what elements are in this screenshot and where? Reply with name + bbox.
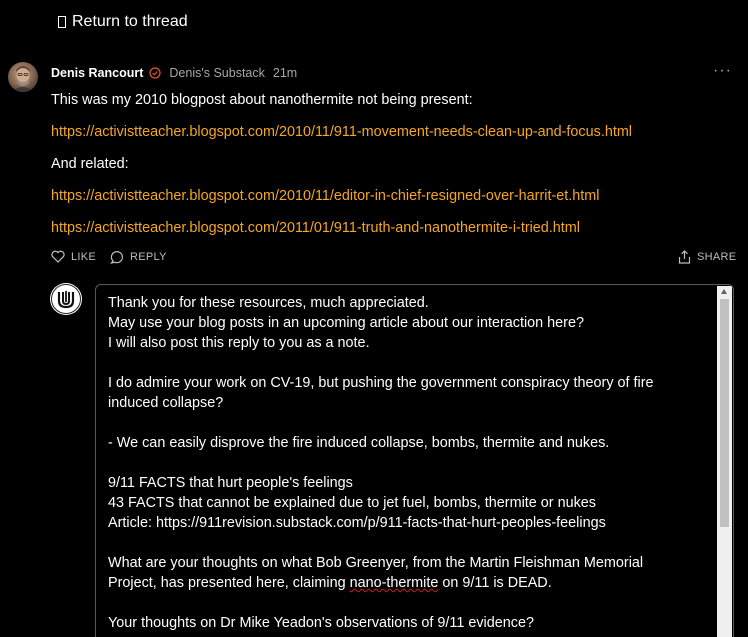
reply-blank-line [108,593,713,613]
speech-bubble-icon [110,251,123,264]
reply-line: What are your thoughts on what Bob Green… [108,555,644,571]
comment-text-line: This was my 2010 blogpost about nanother… [51,92,473,108]
comment-text-line: And related: [51,156,129,172]
reply-line-with-misspelling: Project, has presented here, claiming na… [108,575,552,591]
reply-line: Article: https://911revision.substack.co… [108,515,606,531]
share-icon [678,250,691,264]
author-name[interactable]: Denis Rancourt [51,66,143,80]
reply-line: 9/11 FACTS that hurt people's feelings [108,475,353,491]
more-dots-icon[interactable]: ··· [713,62,732,80]
scroll-up-arrow-icon[interactable] [721,289,727,294]
user-logo-icon [51,284,81,314]
like-button[interactable]: LIKE [51,250,96,263]
scroll-thumb[interactable] [720,299,729,527]
reply-line: Thank you for these resources, much appr… [108,295,429,311]
user-avatar[interactable] [50,283,82,315]
return-icon [58,16,66,28]
like-label: LIKE [71,250,97,263]
return-to-thread-link[interactable]: Return to thread [58,13,188,31]
reply-blank-line [108,533,713,553]
reply-line: 43 FACTS that cannot be explained due to… [108,495,596,511]
avatar-photo [11,66,35,92]
heart-icon [51,250,65,263]
comment-link[interactable]: https://activistteacher.blogspot.com/201… [51,124,632,140]
publication-name[interactable]: Denis's Substack [169,66,264,80]
reply-line: I will also post this reply to you as a … [108,335,370,351]
reply-scrollbar[interactable] [717,286,732,637]
reply-blank-line [108,353,713,373]
reply-label: REPLY [130,251,167,263]
comment-link[interactable]: https://activistteacher.blogspot.com/201… [51,188,599,204]
verified-badge-icon [149,67,161,79]
comment-timestamp: 21m [272,66,298,80]
reply-blank-line [108,453,713,473]
reply-button[interactable]: REPLY [110,250,167,264]
comment-header: Denis Rancourt Denis's Substack 21m [51,66,297,80]
share-button[interactable]: SHARE [678,250,736,264]
author-avatar[interactable] [8,62,38,92]
share-label: SHARE [697,251,737,263]
reply-line: Your thoughts on Dr Mike Yeadon's observ… [108,615,534,631]
reply-line: I do admire your work on CV-19, but push… [108,375,654,391]
reply-text-content: Thank you for these resources, much appr… [108,293,713,633]
return-label: Return to thread [72,13,188,30]
reply-blank-line [108,413,713,433]
reply-line: - We can easily disprove the fire induce… [108,435,610,451]
misspelled-word[interactable]: nano-thermite [350,575,439,591]
reply-line: induced collapse? [108,395,224,411]
reply-textarea[interactable]: Thank you for these resources, much appr… [95,284,734,637]
reply-line: May use your blog posts in an upcoming a… [108,315,584,331]
comment-page: Return to thread Denis Rancourt Denis's … [0,0,748,637]
comment-actions: LIKE REPLY SHARE [51,250,741,264]
comment-link[interactable]: https://activistteacher.blogspot.com/201… [51,220,580,236]
